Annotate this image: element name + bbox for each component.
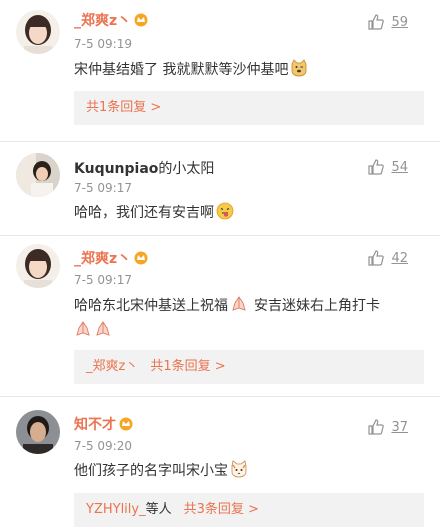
- like-button[interactable]: 54: [367, 158, 408, 176]
- avatar-image-icon: [16, 244, 60, 288]
- doge-emoji-icon: [292, 59, 307, 77]
- reply-summary[interactable]: _郑爽z丶 共1条回复 >: [74, 350, 424, 384]
- thumbs-up-icon: [368, 419, 385, 435]
- view-replies-link[interactable]: 共1条回复 >: [150, 359, 225, 374]
- comment-text: 他们孩子的名字叫宋小宝: [74, 460, 248, 481]
- username-suffix[interactable]: 的小太阳: [158, 161, 214, 177]
- comment-text-part-a: 哈哈东北宋仲基送上祝福: [74, 298, 228, 314]
- prayer-emoji-icon: [232, 296, 246, 311]
- avatar-image-icon: [16, 410, 60, 454]
- comment-text-content: 哈哈，我们还有安吉啊: [74, 205, 214, 221]
- comment-text-content: 宋仲基结婚了 我就默默等沙仲基吧: [74, 62, 289, 78]
- like-button[interactable]: 42: [367, 249, 408, 267]
- comment-item: _郑爽z丶 7-5 09:17 42 哈哈东北宋仲基送上祝福 安吉迷妹右上角打卡 …: [0, 236, 440, 396]
- reply-summary[interactable]: YZHYlily_等人 共3条回复 >: [74, 493, 424, 527]
- username[interactable]: _郑爽z丶: [74, 12, 149, 30]
- comment-text-part-b: 安吉迷妹右上角打卡: [254, 298, 380, 314]
- username[interactable]: 知不才: [74, 416, 134, 434]
- comment-text-content: 他们孩子的名字叫宋小宝: [74, 463, 228, 479]
- like-count: 42: [391, 250, 408, 266]
- avatar[interactable]: [16, 153, 60, 197]
- tongue-out-emoji-icon: [216, 202, 234, 220]
- vip-crown-icon: [134, 13, 148, 27]
- comment-item: Kuqunpiao的小太阳 7-5 09:17 54 哈哈，我们还有安吉啊: [0, 142, 440, 235]
- like-button[interactable]: 59: [367, 13, 408, 31]
- comment-text-line-1: 哈哈东北宋仲基送上祝福 安吉迷妹右上角打卡: [74, 295, 380, 316]
- reply-author-link[interactable]: _郑爽z丶: [86, 359, 138, 374]
- like-button[interactable]: 37: [367, 418, 408, 436]
- comment-item: 知不才 7-5 09:20 37 他们孩子的名字叫宋小宝 YZHYlily_等人…: [0, 397, 440, 529]
- cat-emoji-icon: [231, 460, 247, 478]
- avatar[interactable]: [16, 410, 60, 454]
- username[interactable]: Kuqunpiao的小太阳: [74, 160, 214, 178]
- reply-author-suffix: 等人: [145, 502, 172, 517]
- username-text[interactable]: Kuqunpiao: [74, 161, 158, 177]
- username[interactable]: _郑爽z丶: [74, 250, 149, 268]
- reply-summary[interactable]: 共1条回复 >: [74, 91, 424, 125]
- vip-crown-icon: [119, 417, 133, 431]
- username-link[interactable]: _郑爽z丶: [74, 13, 131, 29]
- comment-text-line-2: [74, 320, 112, 341]
- reply-author-link[interactable]: YZHYlily_: [86, 502, 146, 517]
- prayer-emoji-icon: [76, 321, 90, 336]
- view-replies-link[interactable]: 共1条回复 >: [86, 100, 161, 115]
- comment-text: 宋仲基结婚了 我就默默等沙仲基吧: [74, 59, 308, 80]
- thumbs-up-icon: [368, 159, 385, 175]
- view-replies-link[interactable]: 共3条回复 >: [184, 502, 259, 517]
- avatar-image-icon: [16, 10, 60, 54]
- comment-text: 哈哈，我们还有安吉啊: [74, 202, 234, 223]
- timestamp: 7-5 09:20: [74, 439, 132, 453]
- vip-crown-icon: [134, 251, 148, 265]
- comment-item: _郑爽z丶 7-5 09:19 59 宋仲基结婚了 我就默默等沙仲基吧 共1条回…: [0, 0, 440, 135]
- like-count: 54: [391, 159, 408, 175]
- prayer-emoji-icon: [96, 321, 110, 336]
- avatar[interactable]: [16, 244, 60, 288]
- timestamp: 7-5 09:17: [74, 181, 132, 195]
- like-count: 59: [391, 14, 408, 30]
- timestamp: 7-5 09:17: [74, 273, 132, 287]
- thumbs-up-icon: [368, 14, 385, 30]
- avatar-image-icon: [16, 153, 60, 197]
- like-count: 37: [391, 419, 408, 435]
- username-link[interactable]: _郑爽z丶: [74, 251, 131, 267]
- thumbs-up-icon: [368, 250, 385, 266]
- username-link[interactable]: 知不才: [74, 417, 116, 433]
- avatar[interactable]: [16, 10, 60, 54]
- timestamp: 7-5 09:19: [74, 37, 132, 51]
